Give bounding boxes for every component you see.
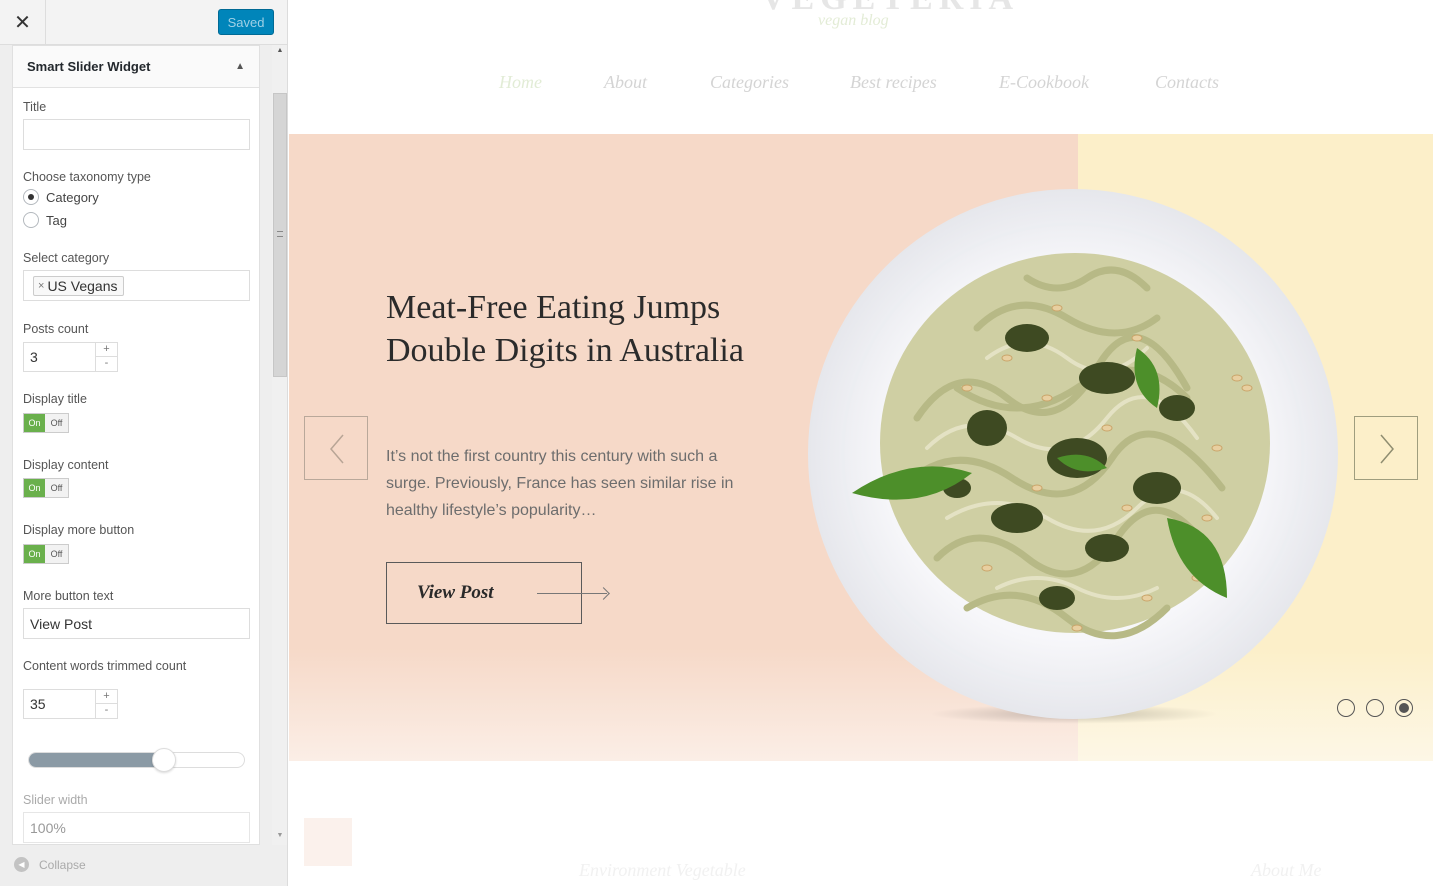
scroll-up-icon[interactable]: ▲: [272, 47, 287, 54]
taxonomy-option-category[interactable]: Category: [23, 189, 99, 205]
slide-excerpt: It’s not the first country this century …: [386, 448, 734, 519]
nav-item-e-cookbook[interactable]: E-Cookbook: [999, 72, 1089, 93]
section-title-2: About Me: [1251, 860, 1322, 880]
radio-label: Category: [46, 189, 99, 205]
switch-off: Off: [50, 483, 63, 493]
category-chip: × US Vegans: [33, 275, 124, 296]
switch-off: Off: [50, 418, 63, 428]
nav-item-home[interactable]: Home: [499, 72, 542, 93]
trim-count-label: Content words trimmed count: [23, 659, 187, 673]
site-logo[interactable]: VEGETERIA: [761, 0, 1019, 18]
slide-dot-3[interactable]: [1395, 699, 1413, 717]
radio-unchecked-icon[interactable]: [23, 212, 39, 228]
grip-icon: [277, 231, 283, 237]
slider-width-label: Slider width: [23, 793, 88, 807]
widget-title: Smart Slider Widget: [27, 59, 151, 74]
slider-width-input[interactable]: 100%: [23, 812, 250, 843]
customizer-header: ✕ Saved: [0, 0, 287, 45]
posts-count-stepper[interactable]: 3 + -: [23, 342, 118, 372]
category-label: Select category: [23, 251, 110, 265]
nav-item-categories[interactable]: Categories: [710, 72, 789, 93]
nav-item-best-recipes[interactable]: Best recipes: [850, 72, 937, 93]
title-label: Title: [23, 100, 47, 114]
main-nav: Home About Categories Best recipes E-Coo…: [289, 72, 1433, 96]
display-content-label: Display content: [23, 458, 109, 472]
view-post-button[interactable]: View Post: [386, 562, 607, 624]
remove-chip-icon[interactable]: ×: [38, 280, 44, 292]
chevron-right-icon: [1380, 434, 1394, 464]
close-button[interactable]: ✕: [0, 0, 46, 45]
more-text-input[interactable]: View Post: [23, 608, 250, 639]
range-slider[interactable]: [28, 748, 245, 772]
arrow-right-icon: [537, 593, 607, 594]
scroll-down-icon[interactable]: ▼: [272, 832, 287, 839]
increment-button[interactable]: +: [96, 690, 117, 704]
title-input[interactable]: [23, 119, 250, 150]
view-post-label: View Post: [417, 582, 494, 603]
posts-count-label: Posts count: [23, 322, 89, 336]
decrement-button[interactable]: -: [96, 357, 117, 371]
widget-form: Smart Slider Widget ▲ Title Choose taxon…: [12, 45, 260, 845]
close-icon: ✕: [14, 12, 31, 34]
decrement-button[interactable]: -: [96, 704, 117, 718]
slide-headline[interactable]: Meat-Free Eating Jumps Double Digits in …: [386, 286, 766, 372]
collapse-button[interactable]: ◀ Collapse: [14, 857, 86, 872]
switch-on: On: [24, 414, 45, 432]
nav-item-about[interactable]: About: [604, 72, 647, 93]
trim-count-stepper[interactable]: 35 + -: [23, 689, 118, 719]
saved-button[interactable]: Saved: [218, 9, 274, 35]
slider-prev-button[interactable]: [304, 416, 368, 480]
trim-count-value[interactable]: 35: [30, 696, 46, 712]
site-preview: VEGETERIA vegan blog Home About Categori…: [289, 0, 1433, 886]
slide-dot-2[interactable]: [1366, 699, 1384, 717]
radio-checked-icon[interactable]: [23, 189, 39, 205]
switch-on: On: [24, 545, 45, 563]
increment-button[interactable]: +: [96, 343, 117, 357]
display-more-label: Display more button: [23, 523, 135, 537]
posts-count-value[interactable]: 3: [30, 349, 38, 365]
slider-next-button[interactable]: [1354, 416, 1418, 480]
more-text-label: More button text: [23, 589, 114, 603]
pasta-dish-image: [808, 189, 1338, 719]
display-content-switch[interactable]: On Off: [23, 478, 69, 498]
chevron-left-icon: [330, 434, 344, 464]
chip-label: US Vegans: [47, 277, 118, 294]
hero-slider: Meat-Free Eating Jumps Double Digits in …: [289, 134, 1433, 761]
display-title-switch[interactable]: On Off: [23, 413, 69, 433]
switch-on: On: [24, 479, 45, 497]
range-slider-fill: [29, 753, 165, 767]
site-tagline: vegan blog: [818, 12, 889, 29]
collapse-arrow-icon: ◀: [14, 857, 29, 872]
collapse-arrow-icon[interactable]: ▲: [235, 61, 245, 72]
switch-off: Off: [50, 549, 63, 559]
taxonomy-option-tag[interactable]: Tag: [23, 212, 67, 228]
radio-label: Tag: [46, 212, 67, 228]
panel-scrollbar[interactable]: ▲ ▼: [272, 45, 287, 845]
section-title-1: Environment Vegetable: [579, 860, 746, 880]
below-fold-thumbnail: [304, 818, 352, 866]
collapse-label: Collapse: [39, 857, 86, 872]
widget-header[interactable]: Smart Slider Widget ▲: [13, 46, 259, 88]
slide-dot-1[interactable]: [1337, 699, 1355, 717]
taxonomy-label: Choose taxonomy type: [23, 170, 151, 184]
range-slider-thumb[interactable]: [152, 748, 177, 772]
display-more-switch[interactable]: On Off: [23, 544, 69, 564]
customizer-panel: ✕ Saved Smart Slider Widget ▲ Title Choo…: [0, 0, 288, 886]
scrollbar-thumb[interactable]: [273, 93, 287, 377]
display-title-label: Display title: [23, 392, 87, 406]
category-select[interactable]: × US Vegans: [23, 270, 250, 301]
nav-item-contacts[interactable]: Contacts: [1155, 72, 1219, 93]
